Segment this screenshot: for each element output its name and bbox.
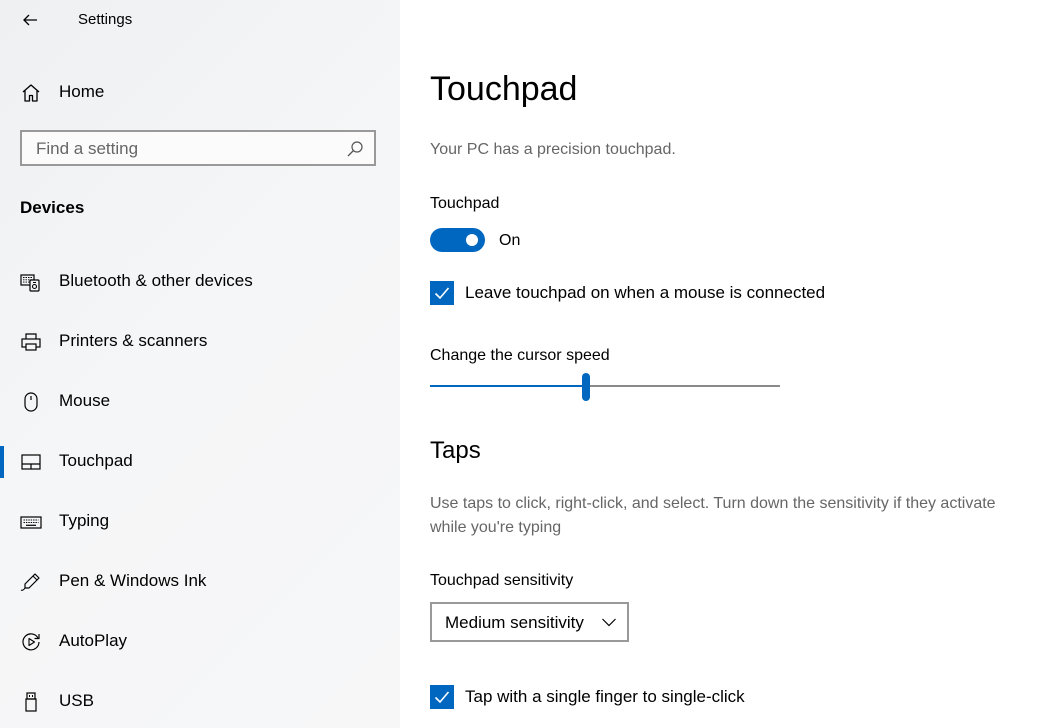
bluetooth-devices-icon (20, 271, 42, 293)
single-tap-label: Tap with a single finger to single-click (465, 687, 745, 706)
leave-touchpad-on-label: Leave touchpad on when a mouse is connec… (465, 283, 826, 302)
touchpad-icon (20, 451, 42, 473)
sidebar-item-label: Pen & Windows Ink (59, 571, 207, 590)
usb-icon (20, 691, 42, 713)
page-title: Touchpad (430, 70, 578, 108)
sidebar-item-home[interactable]: Home (0, 72, 400, 112)
sidebar: Settings Home Devices (0, 0, 400, 728)
sidebar-item-bluetooth[interactable]: Bluetooth & other devices (0, 252, 400, 312)
app-title: Settings (78, 11, 133, 28)
autoplay-icon (20, 631, 42, 653)
page-subtitle: Your PC has a precision touchpad. (430, 141, 676, 158)
back-arrow-icon (22, 12, 38, 28)
selection-indicator (0, 446, 4, 478)
toggle-knob (466, 234, 478, 246)
taps-section-title: Taps (430, 437, 481, 464)
sidebar-item-touchpad[interactable]: Touchpad (0, 432, 400, 492)
slider-track-fill (430, 385, 586, 387)
touchpad-toggle[interactable] (430, 228, 485, 252)
sidebar-item-home-label: Home (59, 82, 105, 101)
settings-window: Settings Home Devices (0, 0, 1041, 728)
sidebar-item-label: Printers & scanners (59, 331, 208, 350)
touchpad-toggle-label: Touchpad (430, 195, 500, 212)
slider-thumb[interactable] (582, 373, 590, 401)
search-box[interactable] (20, 130, 376, 166)
keyboard-icon (20, 511, 42, 533)
sidebar-nav-list: Bluetooth & other devices Printers & sca… (0, 252, 400, 728)
sidebar-item-label: Touchpad (59, 451, 133, 470)
sidebar-item-label: AutoPlay (59, 631, 128, 650)
pen-icon (20, 571, 42, 593)
back-button[interactable] (14, 6, 46, 34)
leave-touchpad-on-checkbox[interactable] (430, 281, 454, 305)
main-content: Touchpad Your PC has a precision touchpa… (400, 0, 1041, 728)
checkmark-icon (434, 691, 450, 704)
sidebar-item-typing[interactable]: Typing (0, 492, 400, 552)
dropdown-selected-value: Medium sensitivity (445, 613, 584, 632)
single-tap-checkbox[interactable] (430, 685, 454, 709)
mouse-icon (20, 391, 42, 413)
sidebar-item-printers[interactable]: Printers & scanners (0, 312, 400, 372)
leave-touchpad-on-checkbox-row[interactable]: Leave touchpad on when a mouse is connec… (430, 280, 825, 306)
printer-icon (20, 331, 42, 353)
search-icon[interactable] (346, 140, 364, 158)
taps-description: Use taps to click, right-click, and sele… (430, 495, 996, 536)
chevron-down-icon (601, 615, 617, 629)
sidebar-item-autoplay[interactable]: AutoPlay (0, 612, 400, 672)
sidebar-item-mouse[interactable]: Mouse (0, 372, 400, 432)
sidebar-section-header: Devices (20, 198, 85, 217)
cursor-speed-slider[interactable] (430, 372, 780, 402)
sidebar-item-label: Bluetooth & other devices (59, 271, 253, 290)
touchpad-toggle-state: On (499, 232, 521, 249)
sidebar-item-label: Mouse (59, 391, 111, 410)
single-tap-checkbox-row[interactable]: Tap with a single finger to single-click (430, 684, 745, 710)
sidebar-item-pen[interactable]: Pen & Windows Ink (0, 552, 400, 612)
search-input[interactable] (36, 136, 336, 162)
sidebar-item-usb[interactable]: USB (0, 672, 400, 728)
touchpad-sensitivity-dropdown[interactable]: Medium sensitivity (430, 602, 629, 642)
home-icon (20, 82, 42, 104)
checkmark-icon (434, 287, 450, 300)
sidebar-item-label: Typing (59, 511, 110, 530)
touchpad-sensitivity-label: Touchpad sensitivity (430, 572, 574, 589)
sidebar-item-label: USB (59, 691, 94, 710)
cursor-speed-label: Change the cursor speed (430, 347, 610, 364)
